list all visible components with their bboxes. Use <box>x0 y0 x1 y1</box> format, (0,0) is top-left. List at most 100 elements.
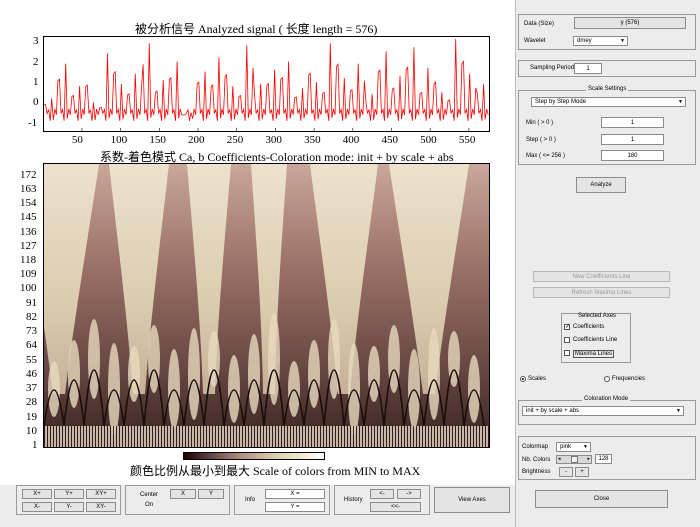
maxima-lines-checkbox-label: Maxima Lines <box>573 350 615 358</box>
coefficients-y-tick-label: 64 <box>26 339 37 352</box>
signal-x-tick-label: 350 <box>304 134 321 146</box>
coefficients-y-tick-label: 1 <box>32 439 38 451</box>
refresh-maxima-lines-button[interactable]: Refresh Maxima Lines <box>533 287 670 298</box>
new-coefficients-line-button[interactable]: New Coefficients Line <box>533 271 670 282</box>
coefficients-y-tick-label: 163 <box>20 182 37 195</box>
wavelet-label: Wavelet <box>524 38 546 44</box>
brightness-label: Brightness <box>522 469 551 475</box>
scales-radio-label: Scales <box>528 376 547 382</box>
analyze-button[interactable]: Analyze <box>576 177 626 193</box>
heatmap-lobe <box>88 319 100 399</box>
coefficients-line-checkbox[interactable] <box>564 337 570 343</box>
nb-colors-label: Nb. Colors <box>522 457 551 463</box>
frequencies-radio-label: Frequencies <box>612 376 646 382</box>
scale-max-input[interactable]: 180 <box>601 150 664 161</box>
maxima-lines-checkbox[interactable] <box>564 350 570 356</box>
zoom-x-minus-button[interactable]: X- <box>22 502 52 512</box>
wavelet-value: dmey <box>577 38 592 44</box>
coefficients-y-tick-label: 28 <box>26 396 37 409</box>
coefficients-y-tick-label: 91 <box>26 296 37 309</box>
coefficients-axes[interactable] <box>43 163 490 448</box>
coefficients-y-tick-label: 154 <box>20 197 37 210</box>
colorbar <box>183 452 325 460</box>
heatmap-lobe <box>188 328 200 420</box>
heatmap-lobe <box>288 361 300 417</box>
colormap-value: pink <box>560 444 572 450</box>
coefficients-heatmap <box>44 164 489 447</box>
signal-x-tick-label: 400 <box>342 134 360 146</box>
coefficients-y-tick-label: 136 <box>20 225 37 238</box>
signal-y-tick-label: 2 <box>33 55 39 68</box>
center-on-label: On <box>145 502 154 508</box>
signal-x-tick-label: 50 <box>71 134 83 146</box>
signal-x-tick-label: 150 <box>149 134 166 146</box>
signal-axes[interactable] <box>43 36 490 132</box>
center-x-button[interactable]: X <box>170 489 196 499</box>
colorbar-gradient <box>184 453 324 459</box>
signal-y-tick-label: 3 <box>33 35 39 48</box>
history-back-button[interactable]: <- <box>370 489 394 499</box>
coefficients-y-tick-label: 10 <box>26 424 37 437</box>
zoom-y-minus-button[interactable]: Y- <box>54 502 84 512</box>
coloration-mode-select[interactable]: init + by scale + abs ▼ <box>522 406 684 416</box>
signal-plot-title: 被分析信号 Analyzed signal ( 长度 length = 576) <box>135 22 378 36</box>
heatmap-lobe <box>468 355 480 423</box>
zoom-xy-plus-button[interactable]: XY+ <box>86 489 116 499</box>
sampling-period-input[interactable]: 1 <box>574 63 602 74</box>
signal-y-tick-label: 1 <box>33 76 39 88</box>
colormap-select[interactable]: pink ▼ <box>556 442 591 452</box>
coloration-mode-title: Coloration Mode <box>582 396 631 402</box>
heatmap-lobe <box>108 343 120 435</box>
history-reset-button[interactable]: <<- <box>370 502 421 512</box>
heatmap-lobe <box>128 346 140 402</box>
coefficients-y-tick-label: 37 <box>26 382 37 395</box>
wavelet-select[interactable]: dmey ▼ <box>573 36 628 46</box>
chevron-down-icon: ▼ <box>678 99 683 105</box>
view-axes-button[interactable]: View Axes <box>434 487 510 513</box>
zoom-y-plus-button[interactable]: Y+ <box>54 489 84 499</box>
signal-series-line <box>44 39 489 121</box>
scale-min-input[interactable]: 1 <box>601 117 664 128</box>
chevron-down-icon: ▼ <box>583 444 588 450</box>
coefficients-y-tick-label: 145 <box>20 211 37 224</box>
heatmap-lobe <box>368 346 380 402</box>
signal-x-tick-label: 250 <box>226 134 244 146</box>
center-label: Center <box>140 492 159 498</box>
signal-x-tick-label: 200 <box>188 134 205 146</box>
zoom-xy-minus-button[interactable]: XY- <box>86 502 116 512</box>
signal-x-tick-label: 450 <box>381 134 398 146</box>
brightness-minus-button[interactable]: - <box>559 467 573 477</box>
coefficients-y-tick-label: 73 <box>26 325 37 338</box>
colormap-label: Colormap <box>522 444 549 450</box>
zoom-x-plus-button[interactable]: X+ <box>22 489 52 499</box>
coefficients-y-tick-label: 118 <box>20 254 37 267</box>
coefficients-checkbox[interactable]: ✓ <box>564 324 570 330</box>
heatmap-lobe <box>268 313 280 405</box>
selected-axes-title: Selected Axes <box>578 313 617 319</box>
heatmap-lobe <box>348 343 360 435</box>
frequencies-radio[interactable] <box>604 376 610 382</box>
nb-colors-input[interactable]: 128 <box>595 454 612 464</box>
coefficients-y-tick-label: 55 <box>26 353 37 366</box>
info-label: Info <box>245 497 256 503</box>
signal-y-tick-label: 0 <box>33 96 39 109</box>
heatmap-lobe <box>408 349 420 429</box>
nb-colors-slider[interactable]: ◂ ▸ <box>556 455 592 464</box>
coefficients-y-tick-label: 172 <box>20 168 37 181</box>
slider-right-arrow-icon: ▸ <box>587 456 590 462</box>
data-size-value: y (576) <box>574 17 686 29</box>
control-panel: Data (Size) y (576) Wavelet dmey ▼ Sampli… <box>515 0 700 527</box>
history-forward-button[interactable]: -> <box>397 489 421 499</box>
nb-colors-slider-handle[interactable] <box>571 456 578 463</box>
bottom-toolbar: X+ Y+ XY+ X- Y- XY- Center On X Y Info X… <box>0 485 515 527</box>
signal-line-plot <box>44 39 489 131</box>
scale-step-input[interactable]: 1 <box>601 134 664 145</box>
center-y-button[interactable]: Y <box>198 489 224 499</box>
scales-radio[interactable] <box>520 376 526 382</box>
coefficients-y-tick-label: 19 <box>26 410 37 423</box>
heatmap-lobe <box>68 340 80 408</box>
signal-x-tick-label: 300 <box>265 134 282 146</box>
scale-mode-select[interactable]: Step by Step Mode ▼ <box>531 97 686 107</box>
brightness-plus-button[interactable]: + <box>575 467 589 477</box>
close-button[interactable]: Close <box>535 490 668 508</box>
